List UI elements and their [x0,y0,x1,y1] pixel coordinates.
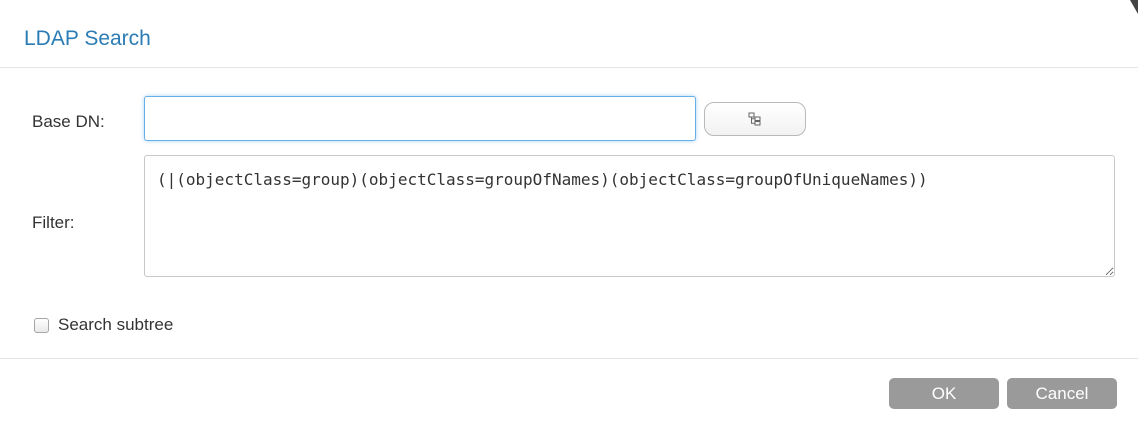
filter-textarea[interactable]: (|(objectClass=group)(objectClass=groupO… [144,155,1115,277]
ldap-search-dialog: LDAP Search Base DN: Filter: (|(objectCl… [0,0,1138,426]
tree-structure-icon [748,112,761,126]
cancel-button[interactable]: Cancel [1007,378,1117,409]
footer-divider [0,358,1138,359]
browse-base-dn-button[interactable] [704,102,806,136]
search-subtree-label: Search subtree [58,315,174,334]
dialog-header: LDAP Search [0,0,1138,68]
dialog-title: LDAP Search [24,27,151,50]
search-subtree-checkbox[interactable] [34,317,49,333]
base-dn-label: Base DN: [32,112,105,131]
search-subtree-option[interactable]: Search subtree [34,313,173,337]
filter-label: Filter: [32,213,75,232]
ok-button[interactable]: OK [889,378,999,409]
base-dn-input[interactable] [144,96,696,141]
